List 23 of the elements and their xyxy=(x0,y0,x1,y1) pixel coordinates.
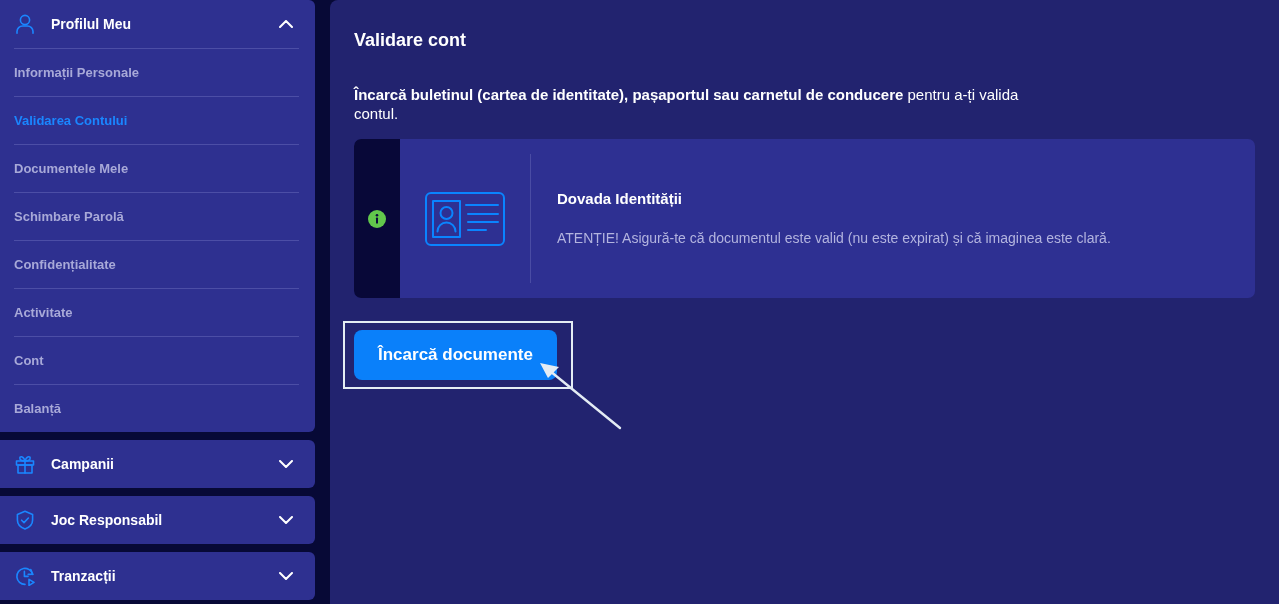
sidebar-item[interactable]: Informații Personale xyxy=(14,48,299,96)
notice-text: ATENȚIE! Asigură-te că documentul este valid (nu este expirat) și că imaginea este clară. xyxy=(557,229,1111,249)
page-title: Validare cont xyxy=(354,29,468,52)
section-toggle[interactable]: Tranzacții xyxy=(0,552,315,600)
notice-title: Dovada Identității xyxy=(557,188,684,209)
sidebar-item[interactable]: Validarea Contului xyxy=(14,96,299,144)
sidebar-item[interactable]: Balanță xyxy=(14,384,299,432)
sidebar-item[interactable]: Activitate xyxy=(14,288,299,336)
sidebar-item[interactable]: Confidențialitate xyxy=(14,240,299,288)
person-icon xyxy=(15,14,35,34)
section-toggle[interactable]: Joc Responsabil xyxy=(0,496,315,544)
instructions-text: Încarcă buletinul (cartea de identitate), pașaportul sau carnetul de conducere pentru a-ți valida contul. xyxy=(354,85,1020,123)
shield-check-icon xyxy=(15,510,35,530)
sidebar-item[interactable]: Schimbare Parolă xyxy=(14,192,299,240)
info-icon xyxy=(368,209,386,228)
id-card-icon xyxy=(425,191,505,246)
gift-icon xyxy=(15,454,35,474)
sidebar-item[interactable]: Cont xyxy=(14,336,299,384)
clock-play-icon xyxy=(15,566,35,586)
upload-button[interactable]: Încarcă documente xyxy=(354,330,557,380)
section-toggle[interactable]: Campanii xyxy=(0,440,315,488)
section-toggle[interactable]: Profilul Meu xyxy=(0,0,315,48)
sidebar-item[interactable]: Documentele Mele xyxy=(14,144,299,192)
